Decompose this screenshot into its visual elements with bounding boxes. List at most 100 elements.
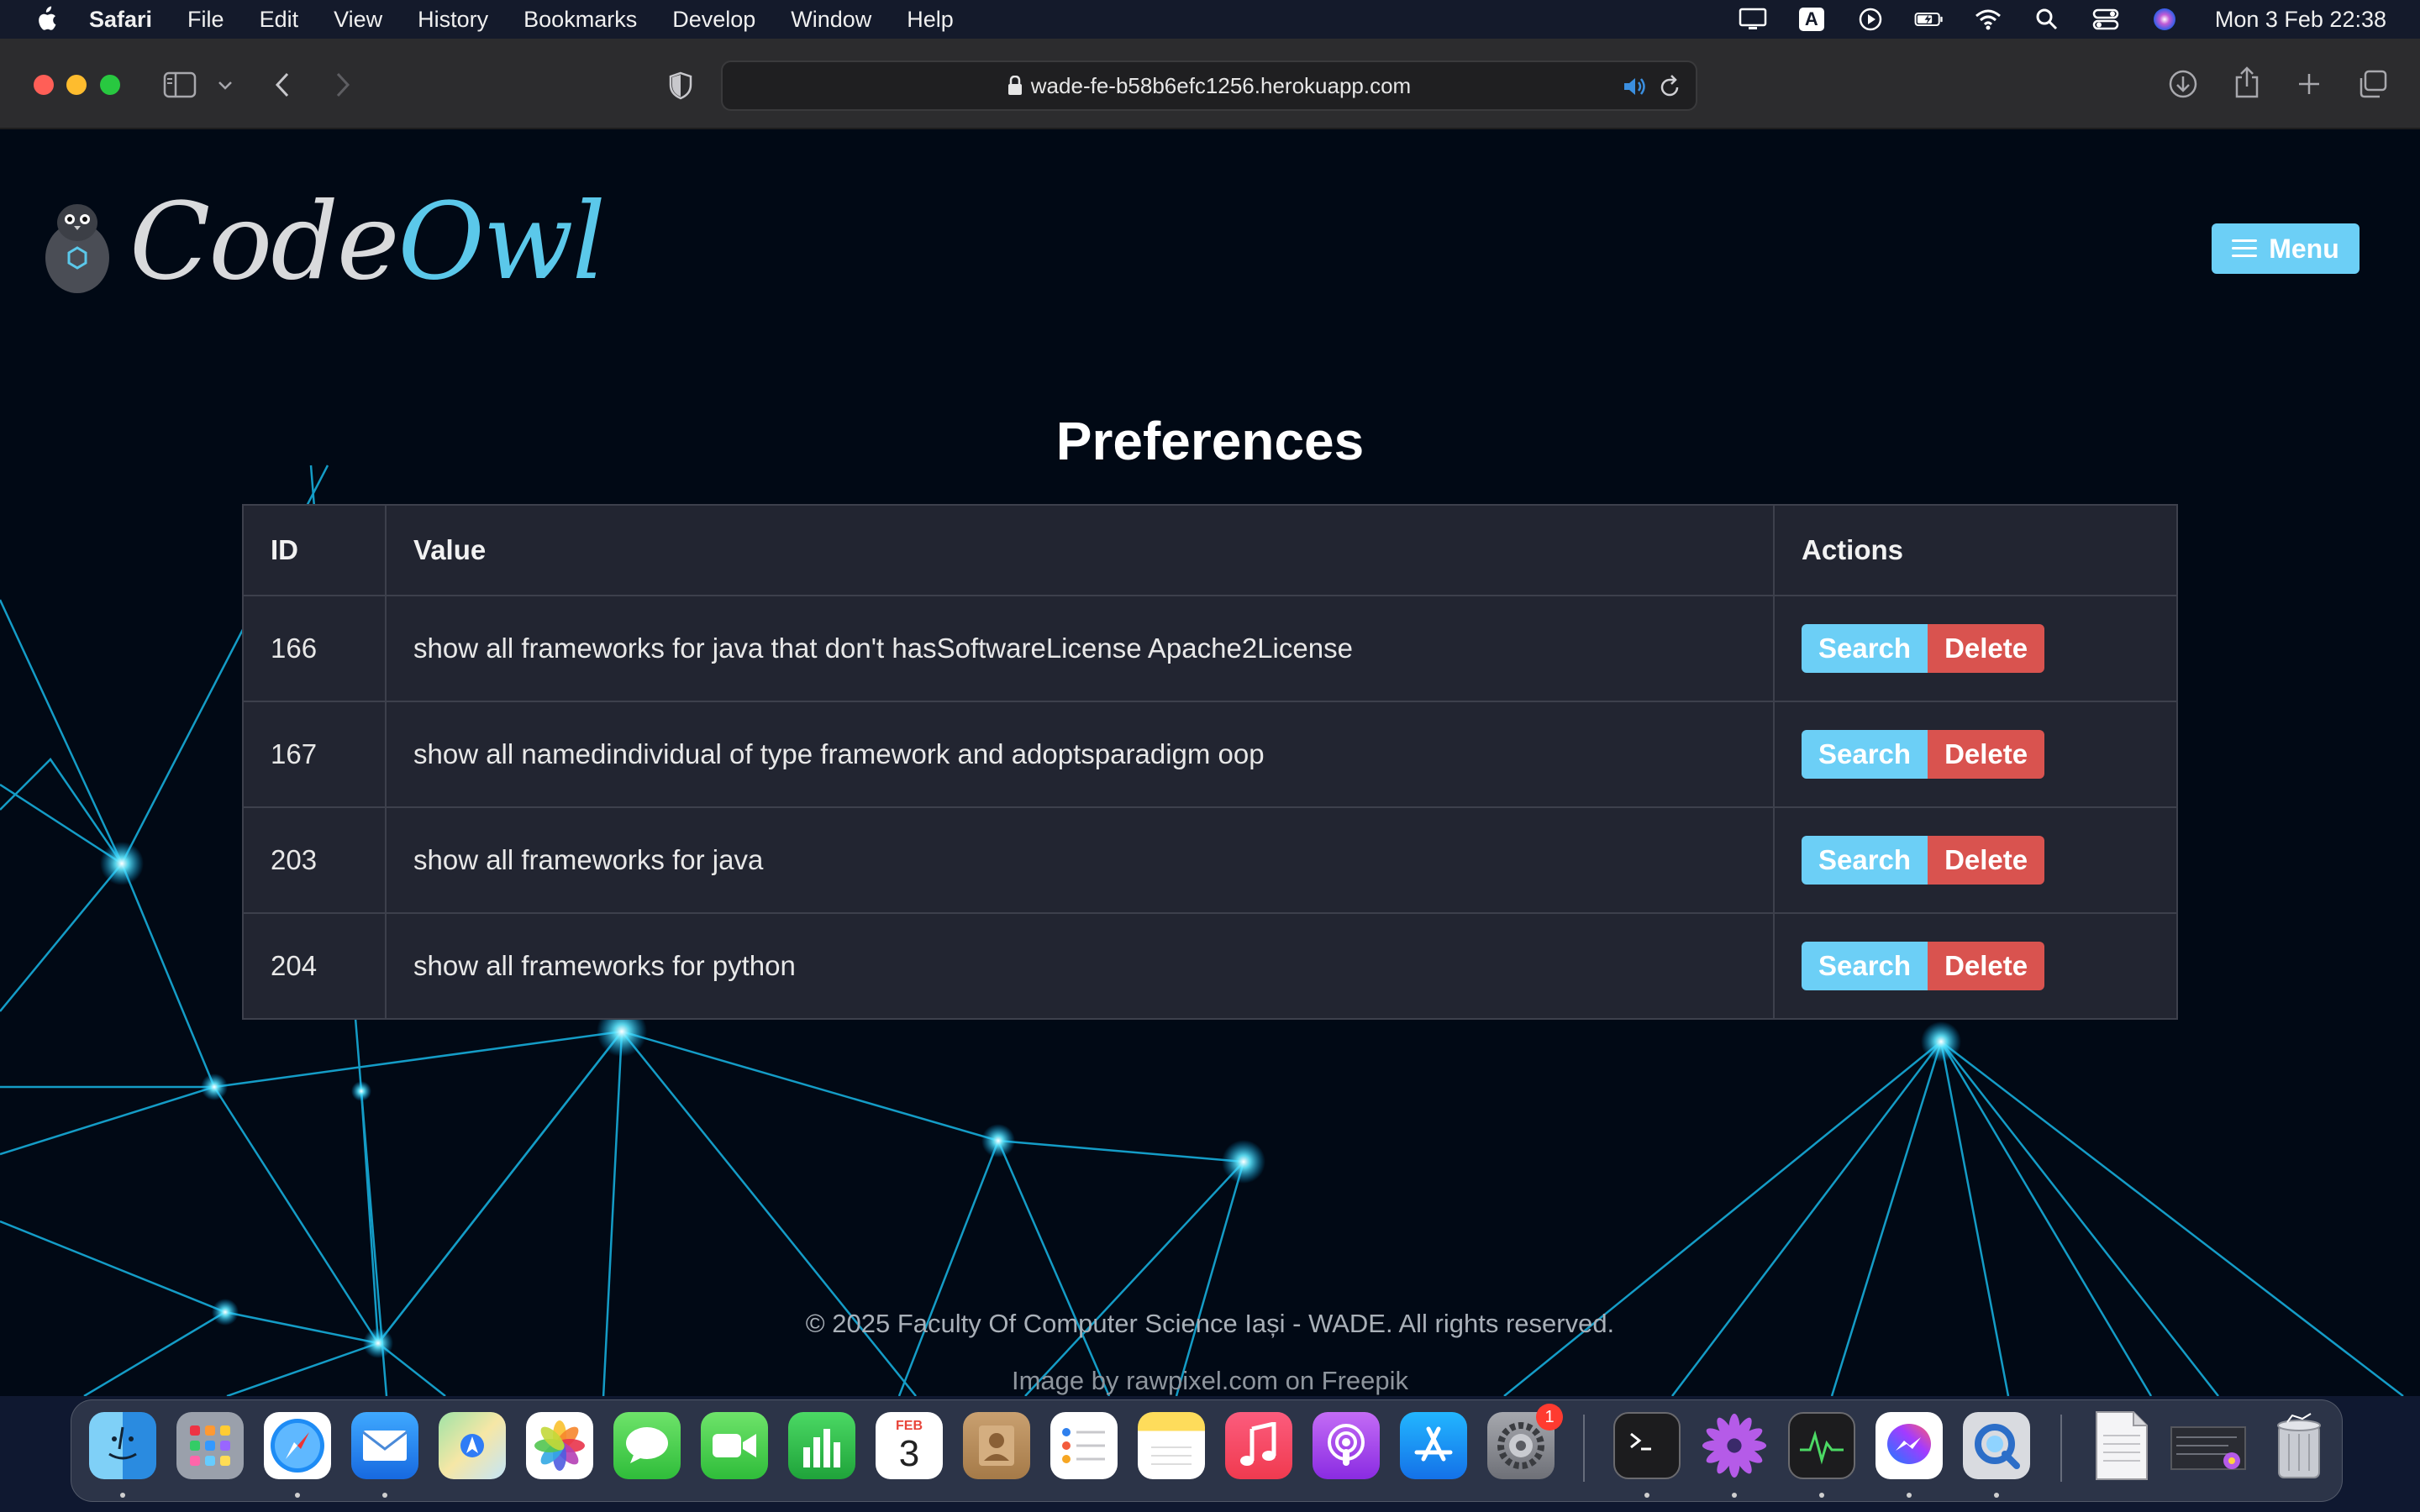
downloads-icon[interactable] [2166,67,2200,101]
contacts-icon[interactable] [963,1412,1030,1479]
search-button[interactable]: Search [1802,942,1928,990]
address-bar[interactable]: wade-fe-b58b6efc1256.herokuapp.com [721,60,1697,111]
menu-file[interactable]: File [187,7,224,33]
row-id: 166 [242,595,387,702]
wifi-icon[interactable] [1973,7,2003,32]
search-button[interactable]: Search [1802,836,1928,885]
row-actions: Search Delete [1773,806,2178,914]
delete-button[interactable]: Delete [1928,836,2045,885]
menu-history[interactable]: History [418,7,488,33]
calendar-icon[interactable]: FEB 3 [876,1412,943,1479]
calendar-day-label: 3 [898,1433,920,1474]
app-store-icon[interactable] [1400,1412,1467,1479]
menu-bar: Safari File Edit View History Bookmarks … [0,0,2420,39]
photos-icon[interactable] [526,1412,593,1479]
display-icon[interactable] [1738,7,1768,32]
messenger-icon[interactable] [1876,1412,1943,1479]
menu-edit[interactable]: Edit [260,7,299,33]
table-row: 203 show all frameworks for java Search D… [242,806,2178,914]
input-source-label: A [1798,8,1824,31]
menu-app-name[interactable]: Safari [89,7,152,33]
menu-button-label: Menu [2269,233,2339,264]
menu-develop[interactable]: Develop [672,7,755,33]
forward-arrow-icon[interactable] [329,69,356,101]
menu-view[interactable]: View [334,7,382,33]
sidebar-toggle-icon[interactable] [161,69,198,101]
row-actions: Search Delete [1773,595,2178,702]
table-row: 167 show all namedindividual of type fra… [242,701,2178,808]
apple-menu-icon[interactable] [34,6,57,33]
search-button[interactable]: Search [1802,624,1928,673]
control-center-icon[interactable] [2091,7,2121,32]
siri-icon[interactable] [2149,7,2180,32]
numbers-icon[interactable] [788,1412,855,1479]
mail-icon[interactable] [351,1412,418,1479]
messages-icon[interactable] [613,1412,681,1479]
footer-copyright: © 2025 Faculty Of Computer Science Iași … [805,1309,1615,1338]
hamburger-menu-icon [2232,239,2258,258]
row-actions: Search Delete [1773,701,2178,808]
reload-icon[interactable] [1657,73,1682,100]
running-indicator-dot [1644,1493,1649,1498]
logo-text-owl: Owl [397,180,606,303]
system-settings-icon[interactable]: 1 [1487,1404,1563,1479]
menu-window[interactable]: Window [791,7,871,33]
new-tab-plus-icon[interactable] [2294,69,2324,99]
logo-text-code: Code [129,180,399,303]
flower-app-icon[interactable] [1701,1412,1768,1479]
table-row: 204 show all frameworks for python Searc… [242,912,2178,1020]
finder-icon[interactable] [89,1412,156,1479]
quicktime-icon[interactable] [1963,1412,2030,1479]
window-zoom-button[interactable] [100,75,120,95]
spotlight-search-icon[interactable] [2032,7,2062,32]
audio-playing-icon[interactable] [1622,74,1647,99]
menu-button[interactable]: Menu [2212,223,2360,274]
delete-button[interactable]: Delete [1928,730,2045,779]
tab-overview-icon[interactable] [2356,67,2390,101]
site-logo-text: CodeOwl [129,180,606,303]
search-button[interactable]: Search [1802,730,1928,779]
html-file-icon[interactable] [2087,1411,2154,1480]
privacy-shield-icon[interactable] [664,69,697,102]
window-close-button[interactable] [34,75,54,95]
row-id: 167 [242,701,387,808]
running-indicator-dot [295,1493,300,1498]
menu-help[interactable]: Help [907,7,954,33]
maps-icon[interactable] [439,1412,506,1479]
codeowl-logo[interactable]: CodeOwl [44,180,606,303]
battery-icon[interactable] [1914,7,1944,32]
now-playing-icon[interactable] [1855,7,1886,32]
podcasts-icon[interactable] [1313,1412,1380,1479]
chevron-down-icon[interactable] [215,76,235,96]
input-source-icon[interactable]: A [1797,7,1827,32]
back-arrow-icon[interactable] [269,69,296,101]
screenshot-thumbnail-icon[interactable] [2170,1412,2250,1479]
facetime-icon[interactable] [701,1412,768,1479]
share-icon[interactable] [2230,64,2264,101]
window-minimize-button[interactable] [66,75,87,95]
web-page: CodeOwl Menu Preferences ID Value Action… [0,129,2420,1396]
preferences-table: ID Value Actions 166 show all frameworks… [242,504,2178,1020]
dock-separator [2060,1415,2062,1482]
menu-bar-clock[interactable]: Mon 3 Feb 22:38 [2215,7,2386,33]
terminal-icon[interactable] [1613,1412,1681,1479]
reminders-icon[interactable] [1050,1412,1118,1479]
url-text: wade-fe-b58b6efc1256.herokuapp.com [1030,72,1412,98]
footer-image-credit[interactable]: Image by rawpixel.com on Freepik [0,1366,2420,1396]
music-icon[interactable] [1225,1412,1292,1479]
notes-icon[interactable] [1138,1412,1205,1479]
launchpad-icon[interactable] [176,1412,244,1479]
trash-icon[interactable] [2265,1412,2333,1479]
running-indicator-dot [120,1493,125,1498]
row-id: 204 [242,912,387,1020]
activity-monitor-icon[interactable] [1788,1412,1855,1479]
delete-button[interactable]: Delete [1928,942,2045,990]
table-row: 166 show all frameworks for java that do… [242,595,2178,702]
owl-mascot-icon [45,203,109,293]
dock-separator [1583,1415,1585,1482]
safari-icon[interactable] [264,1412,331,1479]
delete-button[interactable]: Delete [1928,624,2045,673]
menu-bookmarks[interactable]: Bookmarks [523,7,637,33]
column-header-actions: Actions [1773,504,2178,596]
running-indicator-dot [1819,1493,1824,1498]
